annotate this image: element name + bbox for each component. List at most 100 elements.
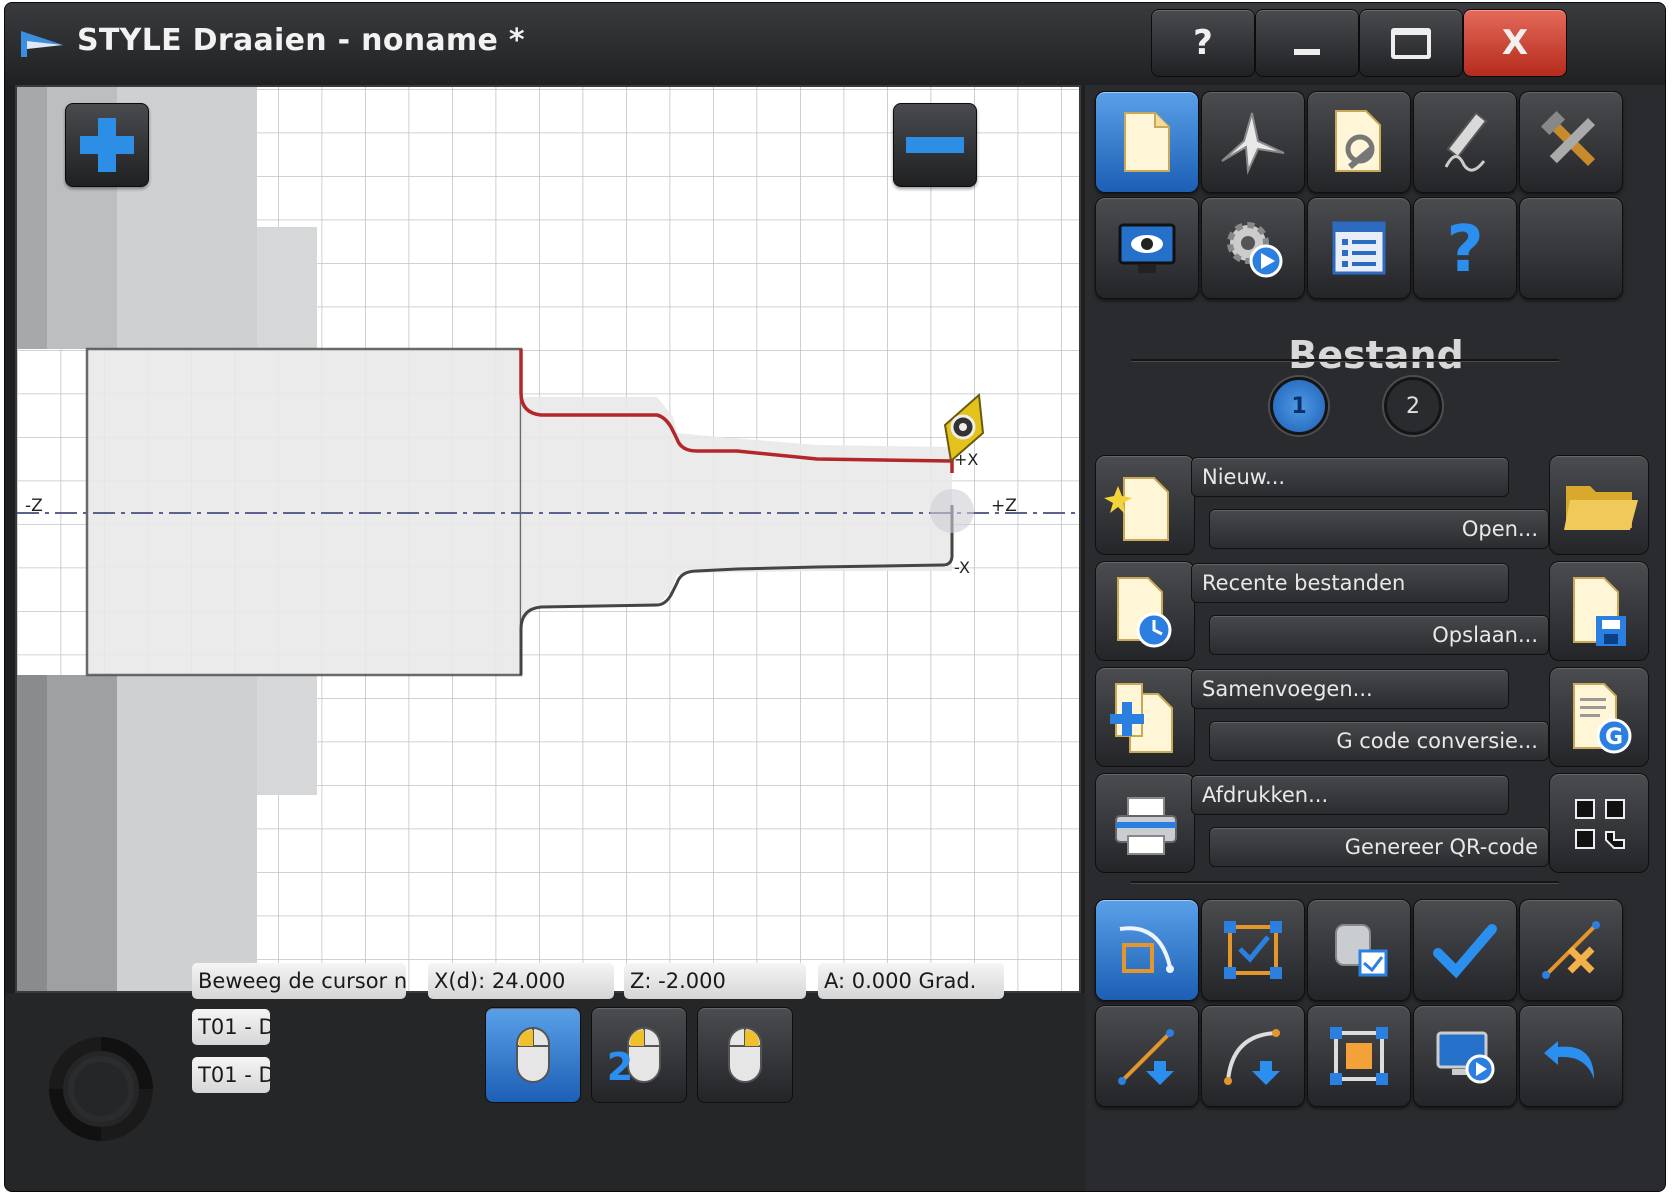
page-button-2[interactable]: 2 [1384, 377, 1442, 435]
simulate-button[interactable] [1201, 197, 1305, 299]
gcode-conversion-button[interactable]: G code conversie... [1209, 721, 1549, 761]
axis-label-plus-x: +X [954, 450, 978, 469]
document-settings-icon [1335, 110, 1381, 172]
line-tool-button[interactable] [1095, 1005, 1199, 1107]
gcode-icon-button[interactable]: G [1549, 667, 1649, 767]
minus-icon [906, 137, 964, 153]
title-bar: STYLE Draaien - noname * ? X [5, 3, 1665, 87]
file-menu-button[interactable] [1095, 91, 1199, 193]
open-button[interactable]: Open... [1209, 509, 1549, 549]
tools-button[interactable] [1519, 91, 1623, 193]
maximize-icon [1391, 27, 1431, 59]
page-label-2: 2 [1406, 393, 1420, 419]
svg-text:G: G [1605, 725, 1623, 750]
merge-icon [1110, 683, 1173, 753]
wizard-icon [1221, 112, 1285, 175]
origin-marker [930, 489, 974, 533]
save-icon-button[interactable] [1549, 561, 1649, 661]
gcode-icon: G [1573, 683, 1632, 754]
zoom-in-button[interactable] [65, 103, 149, 187]
print-label-button[interactable]: Afdrukken... [1191, 775, 1509, 815]
mouse-mode-1-button[interactable] [485, 1007, 581, 1103]
view-monitor-icon [1118, 223, 1176, 273]
view-button[interactable] [1095, 197, 1199, 299]
help-button[interactable]: ? [1151, 9, 1255, 77]
select-frame-icon [1224, 921, 1282, 979]
recent-files-label-button[interactable]: Recente bestanden [1191, 563, 1509, 603]
document-settings-button[interactable] [1307, 91, 1411, 193]
monitor-play-button[interactable] [1413, 1005, 1517, 1107]
x-coordinate-field: X(d): 24.000 [428, 963, 614, 999]
simulate-gear-icon [1227, 222, 1283, 278]
maximize-button[interactable] [1359, 9, 1463, 77]
monitor-play-icon [1436, 1031, 1495, 1084]
axis-label-minus-x: -X [954, 558, 970, 577]
file-action-print-qr: Afdrukken... Genereer QR-code [1095, 773, 1649, 873]
tools-icon [1540, 110, 1596, 167]
undo-button[interactable] [1519, 1005, 1623, 1107]
help-topics-button[interactable]: ? [1413, 197, 1517, 299]
printer-icon [1115, 797, 1177, 855]
file-icon [1124, 112, 1170, 172]
arc-tool-icon [1224, 1029, 1280, 1085]
axis-label-minus-z: -Z [25, 496, 43, 516]
arc-tool-button[interactable] [1201, 1005, 1305, 1107]
svg-text:2: 2 [607, 1045, 633, 1089]
new-file-button[interactable] [1095, 455, 1195, 555]
plus-icon [80, 118, 134, 172]
check-icon [1433, 924, 1497, 979]
merge-button[interactable] [1095, 667, 1195, 767]
right-panel: ? Bestand 1 2 Nieuw... Open... Recente b… [1085, 85, 1665, 1191]
folder-icon [1564, 486, 1638, 530]
merge-label-button[interactable]: Samenvoegen... [1191, 669, 1509, 709]
app-logo-icon [21, 31, 63, 57]
part-check-button[interactable] [1307, 899, 1411, 1001]
help-icon: ? [1446, 213, 1483, 283]
mouse-2-icon: 2 [607, 1027, 661, 1089]
app-window: STYLE Draaien - noname * ? X -Z +Z +X -X… [4, 2, 1666, 1192]
generate-qr-button[interactable]: Genereer QR-code [1209, 827, 1549, 867]
list-button[interactable] [1307, 197, 1411, 299]
divider [1131, 359, 1559, 362]
select-arc-button[interactable] [1095, 899, 1199, 1001]
tool-field-1: T01 - D [192, 1009, 270, 1045]
select-frame-button[interactable] [1201, 899, 1305, 1001]
page-label-1: 1 [1291, 393, 1307, 419]
file-action-new-open: Nieuw... Open... [1095, 455, 1649, 555]
angle-field: A: 0.000 Grad. [818, 963, 1004, 999]
tool-field-2: T01 - D [192, 1057, 270, 1093]
minimize-button[interactable] [1255, 9, 1359, 77]
drawing-canvas[interactable]: -Z +Z +X -X [15, 85, 1081, 993]
recent-files-button[interactable] [1095, 561, 1195, 661]
frame-tool-icon [1330, 1027, 1388, 1085]
print-button[interactable] [1095, 773, 1195, 873]
section-title: Bestand [1288, 333, 1464, 377]
z-coordinate-field: Z: -2.000 [624, 963, 806, 999]
draw-button[interactable] [1413, 91, 1517, 193]
empty-slot [1519, 197, 1623, 299]
mouse-mode-2-button[interactable]: 2 [591, 1007, 687, 1103]
wizard-button[interactable] [1201, 91, 1305, 193]
confirm-button[interactable] [1413, 899, 1517, 1001]
divider-bottom [1131, 881, 1559, 884]
save-button[interactable]: Opslaan... [1209, 615, 1549, 655]
part-check-icon [1335, 924, 1388, 977]
recent-files-icon [1117, 577, 1172, 648]
mouse-right-icon [728, 1027, 762, 1083]
page-button-1[interactable]: 1 [1270, 377, 1328, 435]
file-action-recent-save: Recente bestanden Opslaan... [1095, 561, 1649, 661]
delete-line-button[interactable] [1519, 899, 1623, 1001]
new-button[interactable]: Nieuw... [1191, 457, 1509, 497]
status-message: Beweeg de cursor naa [192, 963, 406, 999]
minimize-icon [1294, 49, 1320, 55]
file-action-merge-gcode: Samenvoegen... G code conversie... G [1095, 667, 1649, 767]
new-file-icon [1104, 477, 1169, 541]
draw-icon [1444, 111, 1488, 172]
axis-label-plus-z: +Z [991, 496, 1017, 516]
frame-tool-button[interactable] [1307, 1005, 1411, 1107]
close-button[interactable]: X [1463, 9, 1567, 77]
open-folder-button[interactable] [1549, 455, 1649, 555]
qr-icon-button[interactable] [1549, 773, 1649, 873]
mouse-mode-right-button[interactable] [697, 1007, 793, 1103]
zoom-out-button[interactable] [893, 103, 977, 187]
